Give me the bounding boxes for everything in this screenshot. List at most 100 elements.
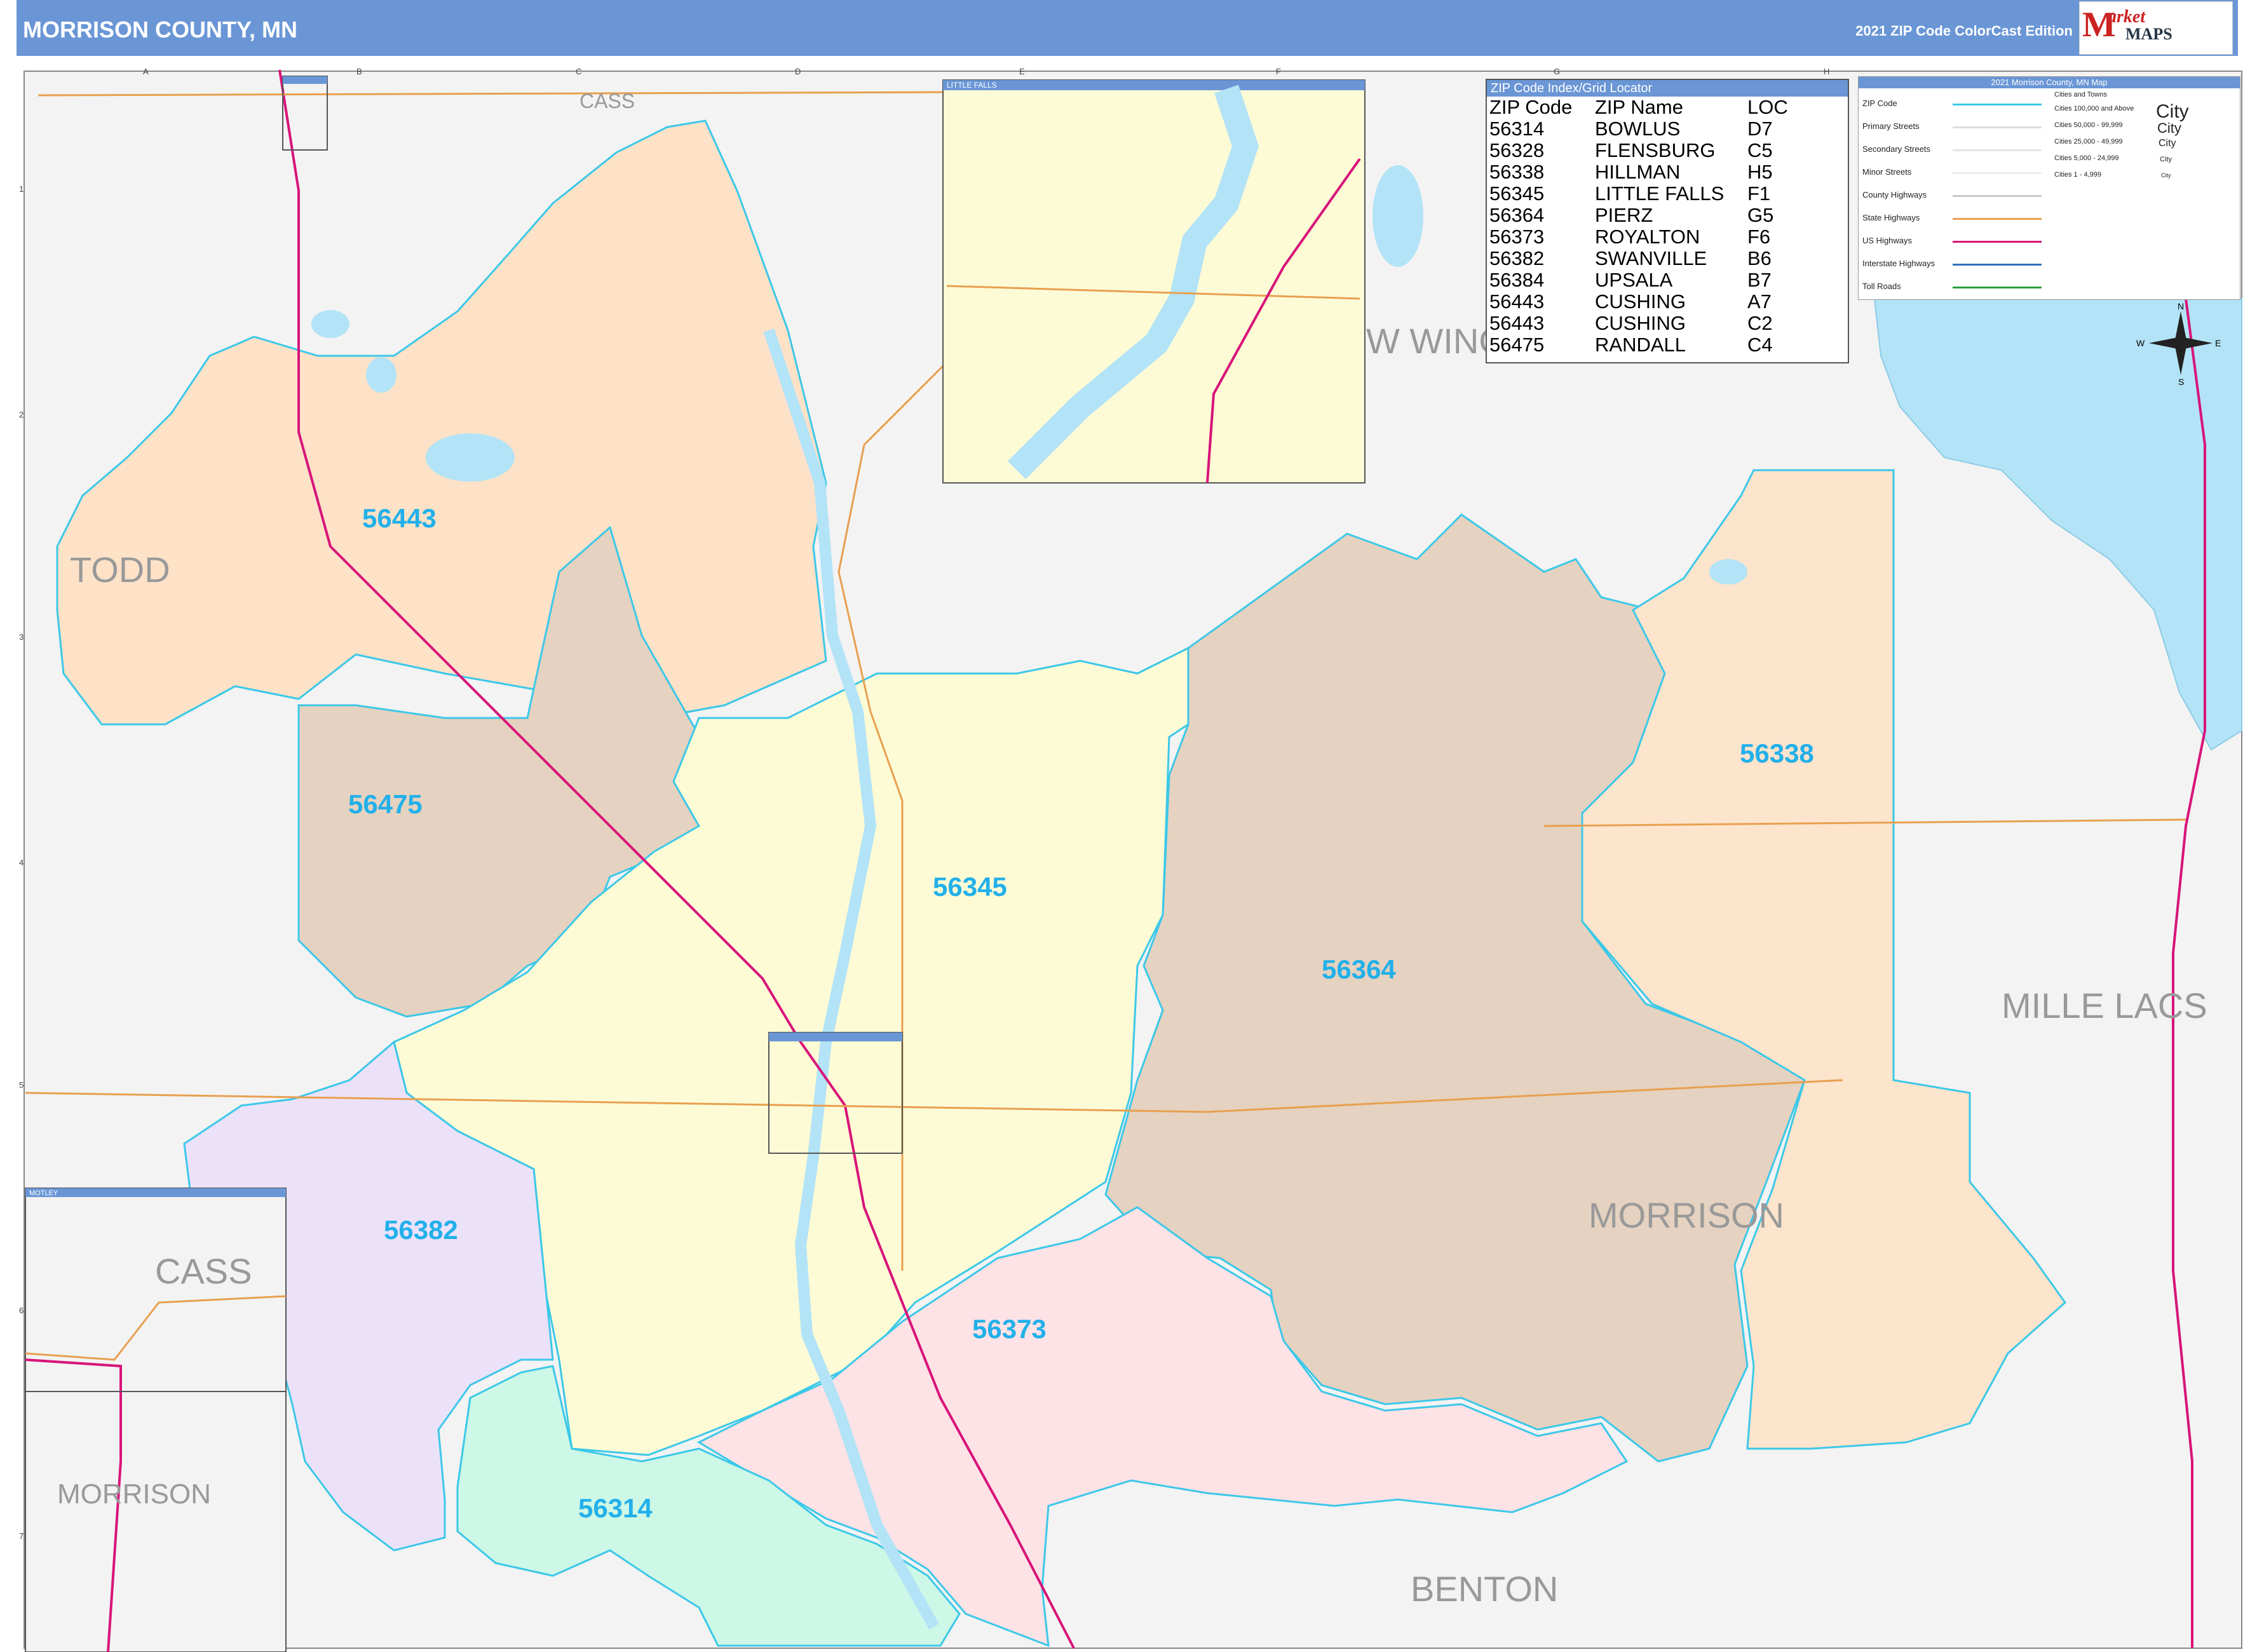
legend-minor-streets: Minor Streets [1862, 167, 1912, 177]
zip-code-cell: 56373 [1489, 226, 1545, 248]
grid-letter-d: D [795, 67, 801, 76]
zip-index-row: 56345 LITTLE FALLS F1 [1489, 183, 1788, 205]
zip-name-col-header: ZIP Name [1595, 96, 1683, 118]
zip-code-cell: 56443 [1489, 290, 1545, 313]
zip-name-cell: UPSALA [1595, 269, 1673, 291]
zip-col-header: ZIP Code [1489, 96, 1573, 118]
county-label-benton: BENTON [1411, 1569, 1558, 1609]
zip-loc-cell: F6 [1747, 226, 1771, 248]
legend-city-tier-3: Cities 25,000 - 49,999 [2054, 138, 2123, 146]
grid-number-5: 5 [19, 1080, 24, 1090]
motley-inset-header [25, 1188, 286, 1197]
zip-code-cell: 56384 [1489, 269, 1545, 291]
zip-code-cell: 56345 [1489, 182, 1545, 205]
zip-loc-cell: C2 [1747, 312, 1773, 334]
county-label-morrison: MORRISON [1589, 1195, 1784, 1235]
legend-zip-code: ZIP Code [1862, 98, 1897, 108]
legend-state-highways-line [1953, 218, 2042, 220]
zip-index-body: 56314 BOWLUS D7 56328 FLENSBURG C5 56338 HILLMA… [1489, 118, 1788, 356]
zip-label-56314: 56314 [578, 1493, 653, 1523]
legend-us-highways-line [1953, 241, 2042, 243]
motley-inset[interactable]: MOTLEY CASS MORRISON [25, 1188, 287, 1652]
zip-index-row: 56475 RANDALL C4 [1489, 334, 1788, 356]
motley-marker-header [283, 76, 327, 84]
zip-loc-cell: D7 [1747, 118, 1773, 140]
inset-label-morrison: MORRISON [57, 1479, 211, 1510]
zip-code-cell: 56364 [1489, 204, 1545, 226]
inset-label-cass: CASS [155, 1251, 252, 1291]
zip-loc-cell: A7 [1747, 290, 1772, 313]
legend-city-sample-2: City [2157, 120, 2181, 136]
zip-label-56475: 56475 [348, 789, 423, 819]
zip-index-header-row: ZIP Code ZIP Name LOC [1489, 97, 1788, 118]
legend-primary-streets-line [1953, 126, 2042, 128]
legend-state-highways: State Highways [1862, 213, 1920, 222]
zip-name-cell: SWANVILLE [1595, 247, 1707, 269]
lake [426, 433, 515, 482]
legend-primary-streets: Primary Streets [1862, 121, 1920, 131]
zip-name-cell: PIERZ [1595, 204, 1653, 226]
compass-n: N [2178, 301, 2184, 311]
grid-number-3: 3 [19, 632, 24, 642]
legend-toll-roads-line [1953, 287, 2042, 288]
zip-name-cell: CUSHING [1595, 290, 1686, 313]
zip-index-row: 56384 UPSALA B7 [1489, 269, 1788, 291]
map-legend: 2021 Morrison County, MN Map ZIP Code Pr… [1858, 76, 2240, 300]
zip-loc-cell: C4 [1747, 334, 1773, 356]
grid-number-4: 4 [19, 858, 24, 867]
legend-city-sample-5: City [2161, 172, 2171, 179]
legend-city-tier-4: Cities 5,000 - 24,999 [2054, 154, 2119, 162]
zip-index-row: 56373 ROYALTON F6 [1489, 226, 1788, 248]
zip-label-56345: 56345 [933, 872, 1007, 902]
zip-name-cell: HILLMAN [1595, 161, 1681, 183]
little-falls-inset-header [943, 80, 1365, 90]
legend-zip-code-line [1953, 104, 2042, 105]
zip-loc-cell: C5 [1747, 139, 1773, 161]
legend-interstate-highways-line [1953, 264, 2042, 266]
lake [1709, 559, 1747, 585]
zip-loc-cell: B6 [1747, 247, 1772, 269]
legend-county-highways: County Highways [1862, 190, 1927, 200]
legend-minor-streets-line [1953, 172, 2042, 174]
legend-city-tier-5: Cities 1 - 4,999 [2054, 171, 2101, 179]
zip-name-cell: LITTLE FALLS [1595, 182, 1725, 205]
loc-col-header: LOC [1747, 96, 1788, 118]
zip-name-cell: CUSHING [1595, 312, 1686, 334]
zip-index-row: 56314 BOWLUS D7 [1489, 118, 1788, 140]
zip-index-row: 56443 CUSHING C2 [1489, 313, 1788, 334]
zip-index-row: 56364 PIERZ G5 [1489, 205, 1788, 226]
grid-letter-a: A [143, 67, 149, 76]
grid-number-2: 2 [19, 410, 24, 419]
zip-code-cell: 56382 [1489, 247, 1545, 269]
county-label-todd: TODD [70, 550, 170, 590]
grid-letter-g: G [1554, 67, 1561, 76]
zip-loc-cell: G5 [1747, 204, 1774, 226]
county-label-cass-top: CASS [579, 90, 635, 112]
zip-loc-cell: F1 [1747, 182, 1771, 205]
legend-city-sample-1: City [2156, 101, 2189, 122]
grid-number-6: 6 [19, 1306, 24, 1315]
zip-label-56443: 56443 [362, 503, 437, 533]
legend-secondary-streets-line [1953, 149, 2042, 151]
legend-city-sample-4: City [2160, 156, 2172, 163]
grid-letter-f: F [1276, 67, 1281, 76]
zip-code-cell: 56338 [1489, 161, 1545, 183]
legend-header: 2021 Morrison County, MN Map [1859, 77, 2240, 88]
legend-secondary-streets: Secondary Streets [1862, 144, 1930, 154]
grid-number-7: 7 [19, 1531, 24, 1541]
little-falls-marker-header [769, 1032, 902, 1041]
legend-us-highways: US Highways [1862, 236, 1913, 245]
grid-letter-b: B [356, 67, 362, 76]
zip-index-row: 56328 FLENSBURG C5 [1489, 140, 1788, 161]
compass-e: E [2215, 338, 2221, 348]
little-falls-inset[interactable]: LITTLE FALLS [942, 79, 1366, 484]
grid-number-1: 1 [19, 184, 24, 194]
grid-letter-h: H [1824, 67, 1830, 76]
zip-code-cell: 56314 [1489, 118, 1545, 140]
little-falls-inset-frame [942, 79, 1366, 484]
zip-name-cell: BOWLUS [1595, 118, 1681, 140]
little-falls-inset-title: LITTLE FALLS [947, 81, 997, 90]
zip-code-cell: 56328 [1489, 139, 1545, 161]
zip-index-row: 56443 CUSHING A7 [1489, 291, 1788, 313]
zip-index-header: ZIP Code Index/Grid Locator [1487, 80, 1848, 97]
